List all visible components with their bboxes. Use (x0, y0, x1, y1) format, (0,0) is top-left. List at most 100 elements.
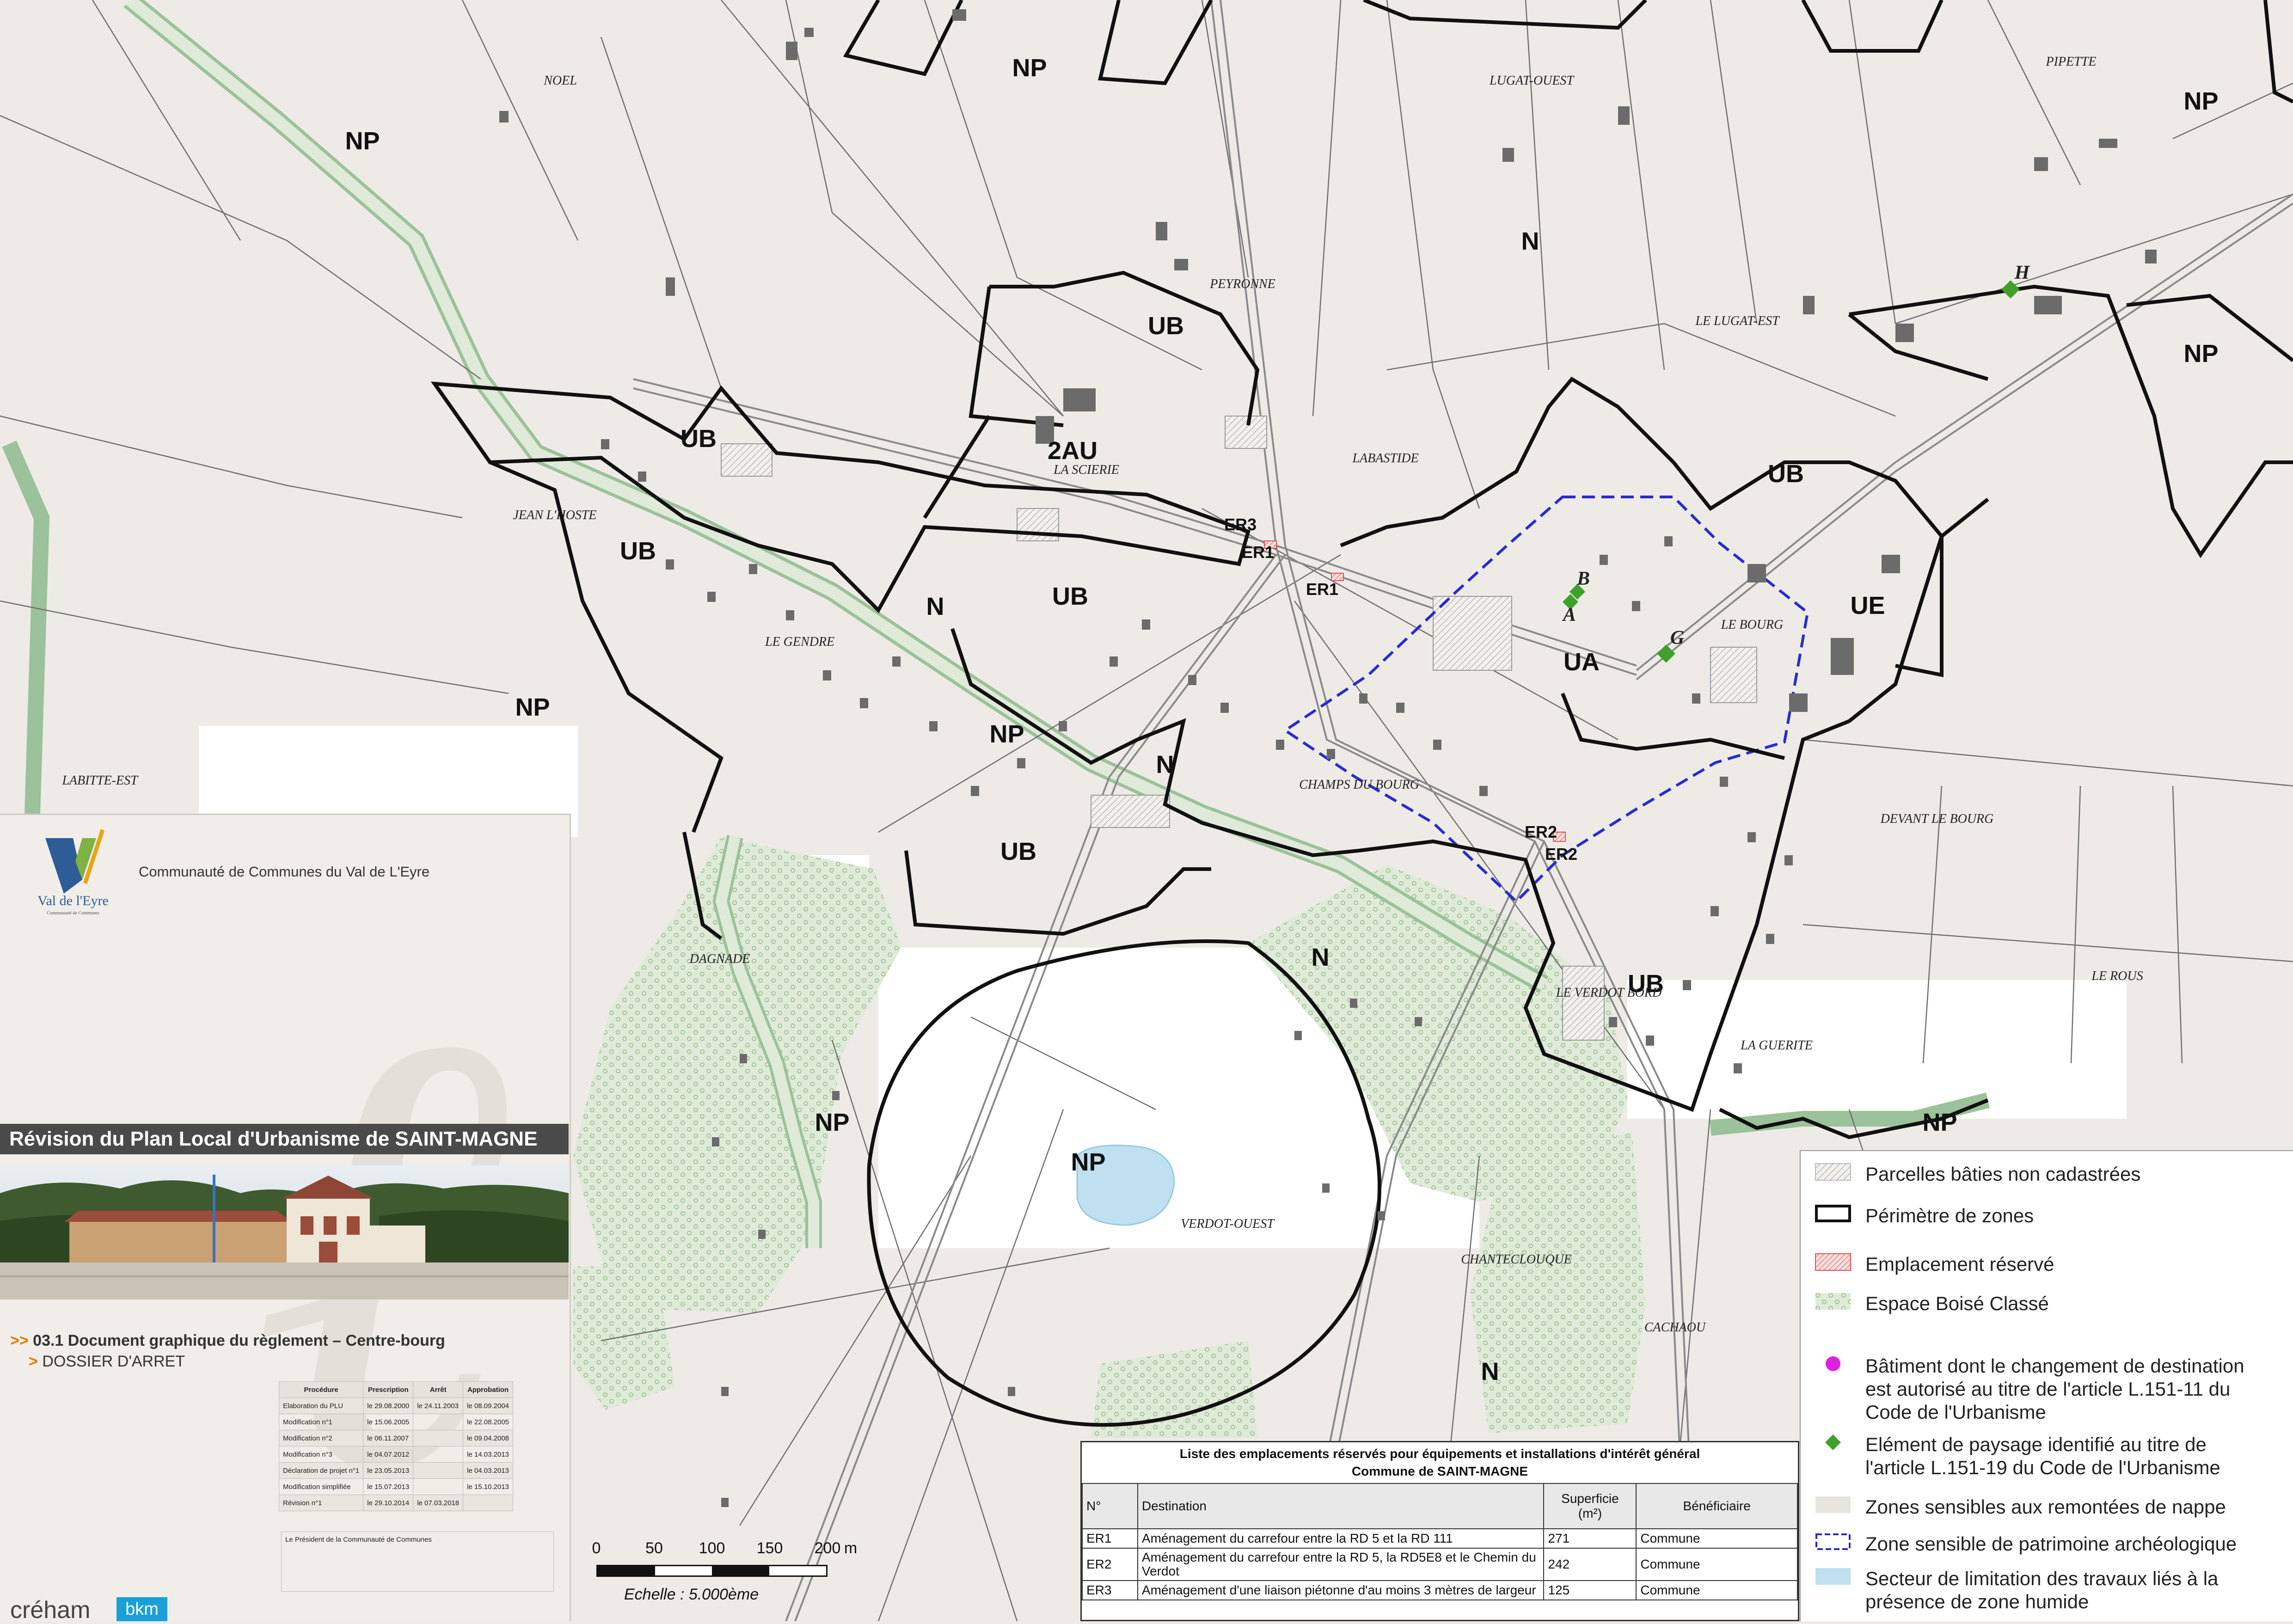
procedure-cell: le 06.11.2007 (363, 1430, 414, 1446)
destination-header: Destination (1137, 1483, 1545, 1529)
reserved-site-cell: 125 (1543, 1580, 1637, 1600)
procedure-cell (413, 1430, 464, 1446)
procedure-cell (413, 1414, 464, 1430)
legend-item-archeo: Zone sensible de patrimoine archéologiqu… (1815, 1532, 2237, 1556)
zone-label: NP (2183, 87, 2218, 115)
place-label: VERDOT-OUEST (1181, 1217, 1275, 1231)
prescription-header: Prescription (363, 1381, 414, 1398)
reserved-site-cell: 242 (1543, 1548, 1637, 1581)
reserved-sites-table-panel: Liste des emplacements réservés pour équ… (1080, 1441, 1799, 1621)
legend-item-emplacement: Emplacement réservé (1815, 1253, 2054, 1276)
table-row: Elaboration du PLU le 29.08.2000 le 24.11.… (278, 1397, 514, 1414)
legend-item-batiment: Bâtiment dont le changement de destinati… (1815, 1354, 2268, 1424)
reserved-site-cell: Commune (1636, 1548, 1798, 1581)
place-label: CHANTECLOUQUE (1461, 1252, 1572, 1267)
table-row: Révision n°1 le 29.10.2014 le 07.03.2018 (278, 1495, 514, 1511)
procedure-cell: Elaboration du PLU (278, 1397, 364, 1414)
zone-label: UE (1850, 592, 1885, 619)
zone-label: N (1521, 227, 1539, 255)
scale-caption: Echelle : 5.000ème (624, 1586, 759, 1603)
place-label: PEYRONNE (1209, 277, 1275, 291)
zone-label: UB (1000, 838, 1036, 865)
landscape-element-label: H (2014, 262, 2030, 283)
procedure-cell: le 09.04.2008 (463, 1430, 514, 1446)
zone-label: NP (1012, 54, 1047, 82)
ebc-swatch (1815, 1293, 1851, 1310)
reserved-site-label: ER3 (1224, 515, 1257, 534)
table-row: ER2 Aménagement du carrefour entre la RD … (1082, 1548, 1798, 1581)
procedure-cell: le 08.09.2004 (463, 1397, 514, 1414)
procedure-cell: Déclaration de projet n°1 (278, 1462, 364, 1479)
table-row: ER3 Aménagement d'une liaison piétonne d'… (1082, 1580, 1798, 1600)
scale-tick: 200 (814, 1539, 841, 1557)
reserved-site-cell: Aménagement du carrefour entre la RD 5, … (1137, 1548, 1545, 1581)
zone-label: UA (1563, 648, 1600, 676)
procedure-cell: le 15.07.2013 (363, 1478, 414, 1495)
place-label: LABASTIDE (1352, 451, 1418, 466)
zone-label: NP (815, 1109, 849, 1136)
procedure-cell (413, 1462, 464, 1479)
reserved-site-cell: ER3 (1082, 1580, 1138, 1600)
zone-label: UB (620, 537, 656, 565)
procedure-cell: le 14.03.2013 (463, 1446, 514, 1463)
scale-tick: 100 (699, 1539, 725, 1557)
procedure-cell: le 22.08.2005 (463, 1414, 514, 1430)
hatch-swatch (1815, 1163, 1851, 1181)
map-legend: Parcelles bâties non cadastrées Périmètr… (1800, 1150, 2293, 1621)
reserved-site-swatch (1815, 1253, 1851, 1271)
legend-item-humide: Secteur de limitation des travaux liés à… (1815, 1567, 2268, 1613)
table-row: Modification n°1 le 15.06.2005 le 22.08.20… (278, 1414, 514, 1430)
place-label: LUGAT-OUEST (1489, 74, 1575, 88)
reserved-site-cell: Aménagement d'une liaison piétonne d'au … (1137, 1580, 1545, 1600)
place-label: LE ROUS (2091, 969, 2143, 983)
document-reference: >> 03.1 Document graphique du règlement … (10, 1332, 445, 1349)
landscape-element-labels: AB G H (1562, 262, 2030, 649)
bkm-logo: bkm (116, 1597, 167, 1621)
light-blue-swatch (1815, 1568, 1851, 1585)
reserved-site-cell: Commune (1636, 1580, 1798, 1600)
approbation-header: Approbation (463, 1381, 514, 1398)
zone-label: UB (1052, 582, 1088, 610)
place-label: DEVANT LE BOURG (1880, 812, 1994, 826)
procedure-cell: le 04.03.2013 (463, 1462, 514, 1479)
procedure-cell: le 24.11.2003 (413, 1397, 464, 1414)
legend-item-paysage: Elément de paysage identifié au titre de… (1815, 1433, 2268, 1479)
procedure-cell: le 29.10.2014 (363, 1495, 414, 1511)
place-label: LE BOURG (1721, 618, 1784, 632)
grey-swatch (1815, 1496, 1851, 1513)
landscape-element-label: A (1562, 604, 1576, 625)
procedure-cell: le 15.06.2005 (363, 1414, 414, 1430)
place-label: LE GENDRE (765, 635, 834, 649)
zone-label: N (1156, 751, 1174, 778)
procedure-cell: Modification n°2 (278, 1430, 364, 1446)
zone-label: NP (2183, 340, 2218, 368)
reserved-site-labels: ER3 ER1 ER1 ER2 ER2 (1224, 515, 1577, 864)
reserved-site-cell: ER2 (1082, 1548, 1138, 1581)
reserved-site-cell: ER1 (1082, 1528, 1138, 1549)
scale-tick: 150 (756, 1539, 783, 1557)
scale-bar-graphic (596, 1565, 828, 1577)
title-panel: ℓ Val de l'Eyre Communauté de Communes C… (0, 814, 571, 1624)
place-label: JEAN L'HOSTE (513, 508, 597, 522)
table-row: Modification simplifiée le 15.07.2013 le 1… (278, 1478, 514, 1495)
creham-logo: créham (10, 1597, 91, 1624)
zone-label: UB (681, 425, 717, 453)
landscape-element-label: B (1576, 568, 1590, 589)
table-row: Modification n°3 le 04.07.2012 le 14.03.20… (278, 1446, 514, 1463)
procedure-cell: le 29.08.2000 (363, 1397, 414, 1414)
place-label: LA SCIERIE (1053, 463, 1119, 477)
scale-tick: 50 (645, 1539, 663, 1557)
reserved-sites-table-title: Liste des emplacements réservés pour équ… (1179, 1446, 1700, 1478)
place-label: CHAMPS DU BOURG (1299, 778, 1419, 792)
zone-label: N (1481, 1358, 1499, 1385)
scale-bar: 0 50 100 150 200 m Echelle : 5.000ème (587, 1526, 858, 1609)
zone-label: NP (345, 127, 380, 155)
zone-label: NP (1071, 1148, 1105, 1176)
place-label: LA GUERITE (1740, 1038, 1813, 1053)
scale-unit: m (844, 1539, 858, 1557)
place-label: LABITTE-EST (61, 773, 139, 788)
place-label: PIPETTE (2046, 55, 2097, 69)
legend-item-nappe: Zones sensibles aux remontées de nappe (1815, 1495, 2226, 1519)
place-label: DAGNADE (689, 952, 750, 966)
procedure-table: Procédure Prescription Arrêt Approbation… (278, 1381, 514, 1511)
